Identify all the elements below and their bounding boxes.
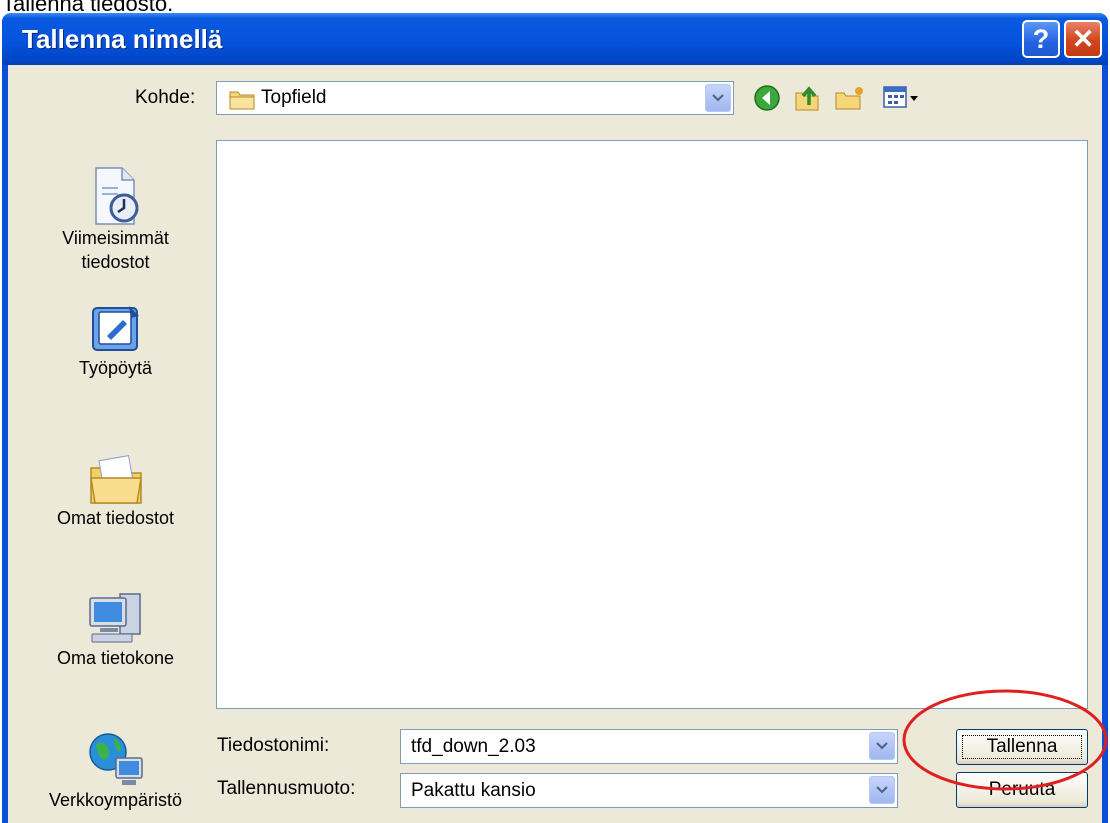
help-button[interactable]: ? [1022,20,1060,58]
network-icon [88,733,143,785]
place-recent-documents[interactable]: Viimeisimmät tiedostot [28,166,203,274]
my-documents-icon [89,455,142,504]
dialog-body: Kohde: Topfield Viimeisimmät tiedostot T… [8,65,1102,823]
places-bar: Viimeisimmät tiedostot Työpöytä Omat tie… [28,140,203,823]
desktop-icon [91,306,139,351]
place-desktop[interactable]: Työpöytä [28,302,203,380]
lookin-combo[interactable]: Topfield [216,81,734,115]
place-label-my-documents: Omat tiedostot [56,508,175,528]
chevron-down-icon [712,94,724,102]
focus-rectangle [962,735,1082,759]
cancel-button-label: Peruuta [988,779,1056,800]
place-label-my-computer: Oma tietokone [56,648,175,668]
lookin-label: Kohde: [135,87,196,108]
chevron-down-icon [876,742,888,750]
view-menu-icon[interactable] [882,83,922,113]
close-icon: ✕ [1071,23,1095,54]
filetype-value: Pakattu kansio [411,780,536,801]
folder-icon [229,91,255,110]
filename-input[interactable]: tfd_down_2.03 [400,729,898,764]
help-icon: ? [1032,23,1050,54]
chevron-down-icon [876,786,888,794]
filetype-label: Tallennusmuoto: [217,778,356,799]
title-bar[interactable]: Tallenna nimellä ? ✕ [2,13,1108,65]
save-as-dialog: Tallenna nimellä ? ✕ Kohde: Topfield Vii… [2,13,1108,823]
place-my-computer[interactable]: Oma tietokone [28,590,203,670]
filename-value: tfd_down_2.03 [411,736,536,757]
lookin-value: Topfield [261,87,327,108]
my-computer-icon [88,593,141,643]
lookin-dropdown-button[interactable] [705,84,731,112]
place-label-desktop: Työpöytä [78,358,153,378]
place-my-documents[interactable]: Omat tiedostot [28,452,203,530]
filetype-dropdown-button[interactable] [869,776,895,804]
filetype-select[interactable]: Pakattu kansio [400,773,898,808]
back-icon[interactable] [752,83,782,113]
close-button[interactable]: ✕ [1064,20,1102,58]
new-folder-icon[interactable] [834,83,866,113]
place-label-network: Verkkoympäristö [48,790,183,810]
dialog-title: Tallenna nimellä [22,24,223,54]
recent-documents-icon [94,167,138,225]
place-label-recent-1: Viimeisimmät [62,228,169,248]
save-button[interactable]: Tallenna [956,729,1088,765]
filename-dropdown-button[interactable] [869,732,895,760]
place-network[interactable]: Verkkoympäristö [28,730,203,812]
up-folder-icon[interactable] [792,83,822,113]
cancel-button[interactable]: Peruuta [956,772,1088,808]
file-list[interactable] [216,140,1088,709]
place-label-recent-2: tiedostot [81,252,150,272]
filename-label: Tiedostonimi: [217,735,330,756]
